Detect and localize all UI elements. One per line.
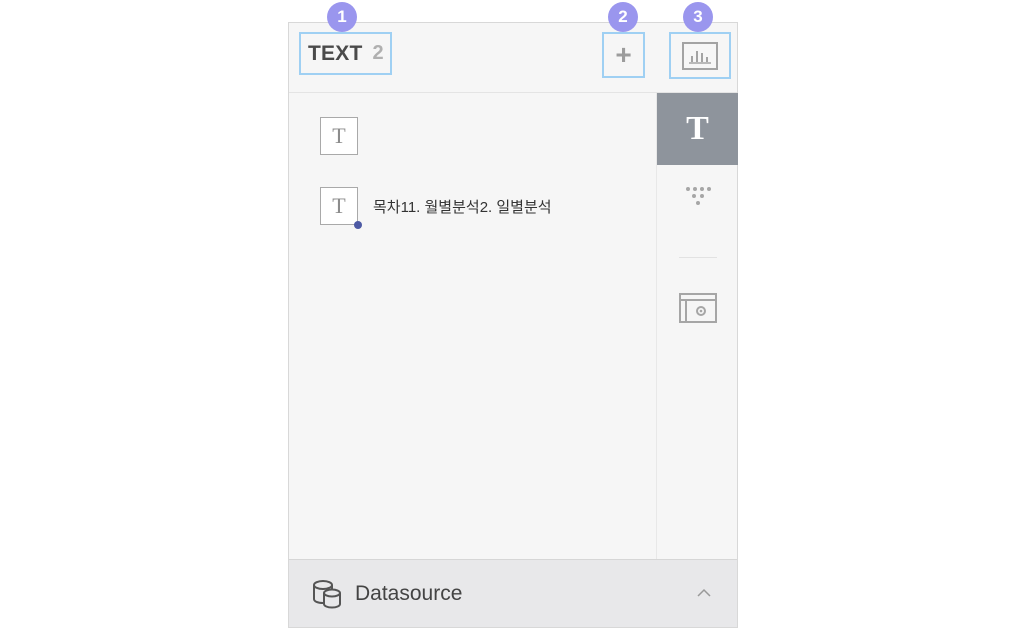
side-nav: T <box>656 93 738 559</box>
text-icon: T <box>320 117 358 155</box>
callout-badge-2: 2 <box>608 2 638 32</box>
item-count: 2 <box>372 42 384 64</box>
plus-icon: + <box>615 39 632 70</box>
status-dot <box>354 221 362 229</box>
side-nav-divider <box>679 257 717 258</box>
datasource-bar[interactable]: Datasource <box>289 559 737 627</box>
list-item[interactable]: T 목차11. 월별분석2. 일별분석 <box>320 187 552 229</box>
panel-title-group: TEXT 2 <box>299 32 392 75</box>
panel-header: TEXT 2 + <box>289 23 737 93</box>
list-item-label: 목차11. 월별분석2. 일별분석 <box>373 198 552 216</box>
text-panel: TEXT 2 + T T 목차11. 월별분석2. 일별분석 T Datasou… <box>288 22 738 628</box>
add-button[interactable]: + <box>602 32 645 78</box>
text-icon-glyph: T <box>332 193 346 218</box>
list-item[interactable]: T <box>320 117 373 155</box>
chart-button[interactable] <box>669 32 731 79</box>
chevron-up-icon[interactable] <box>697 588 711 597</box>
text-tool-icon: T <box>686 110 709 147</box>
text-icon-glyph: T <box>332 123 346 148</box>
side-nav-text[interactable]: T <box>657 93 738 165</box>
callout-badge-1: 1 <box>327 2 357 32</box>
callout-badge-3: 3 <box>683 2 713 32</box>
text-widget-list: T T 목차11. 월별분석2. 일별분석 <box>289 93 656 559</box>
side-nav-filter[interactable] <box>657 185 738 215</box>
settings-panel-icon <box>678 293 717 323</box>
chart-icon <box>682 41 718 70</box>
filter-icon <box>685 187 711 205</box>
panel-title: TEXT <box>308 41 363 65</box>
text-icon: T <box>320 187 362 229</box>
side-nav-settings[interactable] <box>657 293 738 327</box>
database-icon <box>313 579 341 609</box>
datasource-label: Datasource <box>355 581 463 605</box>
